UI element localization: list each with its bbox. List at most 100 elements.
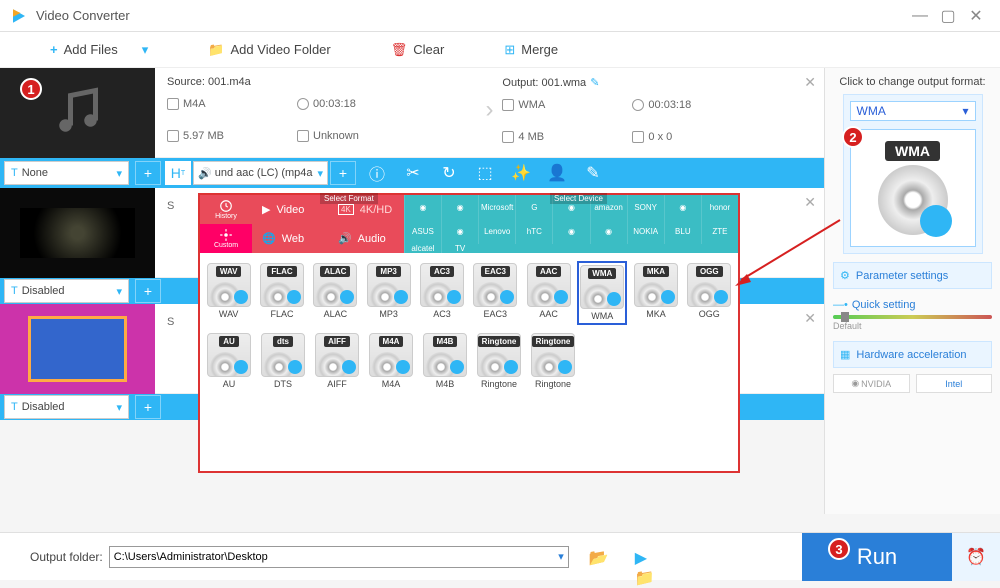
run-label: Run (857, 544, 897, 570)
cat-video[interactable]: ▶Video (252, 195, 328, 224)
format-item-ringtone[interactable]: RingtoneRingtone (528, 331, 578, 391)
device-brand[interactable]: ◉ (404, 195, 441, 220)
out-size: 4 MB (502, 131, 612, 143)
device-brand[interactable]: Microsoft (478, 195, 515, 220)
file-thumbnail[interactable] (0, 188, 155, 278)
subtitle-select[interactable]: T None ▾ (4, 161, 129, 185)
quality-slider[interactable] (833, 315, 992, 319)
file-icon (502, 99, 514, 111)
device-brand[interactable]: ◉ (441, 195, 478, 220)
caret-down-icon: ▾ (317, 167, 323, 180)
add-subtitle-button[interactable]: + (135, 279, 161, 303)
source-label: Source: 001.m4a (167, 76, 477, 88)
format-item-ac3[interactable]: AC3AC3 (417, 261, 466, 325)
select-format-header: Select Format (320, 193, 378, 204)
device-brand[interactable]: ◉ (664, 195, 701, 220)
hardware-accel-button[interactable]: ▦ Hardware acceleration (833, 341, 992, 368)
parameter-settings-button[interactable]: ⚙ Parameter settings (833, 262, 992, 289)
device-brand[interactable]: ◉ (552, 220, 589, 245)
add-audio-button[interactable]: + (330, 161, 356, 185)
remove-file-button[interactable]: ✕ (804, 194, 816, 211)
device-brand[interactable]: G (515, 195, 552, 220)
format-item-dts[interactable]: dtsDTS (258, 331, 308, 391)
trim-button[interactable]: ✂ (396, 158, 430, 188)
clear-button[interactable]: 🗑 Clear (391, 42, 445, 58)
slider-thumb[interactable] (841, 312, 849, 322)
format-item-flac[interactable]: FLACFLAC (257, 261, 306, 325)
format-item-mka[interactable]: MKAMKA (631, 261, 680, 325)
clear-label: Clear (413, 42, 444, 57)
format-item-m4b[interactable]: M4BM4B (420, 331, 470, 391)
cat-web[interactable]: 🌐Web (252, 224, 328, 253)
browse-folder-button[interactable]: 📂 (589, 548, 607, 566)
add-subtitle-button[interactable]: + (135, 161, 161, 185)
format-item-aiff[interactable]: AIFFAIFF (312, 331, 362, 391)
merge-label: Merge (521, 42, 558, 57)
format-item-aac[interactable]: AACAAC (524, 261, 573, 325)
callout-3: 3 (828, 538, 850, 560)
caret-down-icon: ▾ (116, 285, 122, 298)
crop-button[interactable]: ⬚ (468, 158, 502, 188)
res-icon (632, 131, 644, 143)
remove-file-button[interactable]: ✕ (804, 310, 816, 327)
device-brand[interactable]: Lenovo (478, 220, 515, 245)
device-brand[interactable]: BLU (664, 220, 701, 245)
format-item-eac3[interactable]: EAC3EAC3 (471, 261, 520, 325)
remove-file-button[interactable]: ✕ (804, 74, 816, 91)
minimize-button[interactable]: — (906, 2, 934, 30)
gpu-badges: ◉NVIDIA Intel (833, 374, 992, 393)
maximize-button[interactable]: ▢ (934, 2, 962, 30)
run-button[interactable]: Run (802, 533, 952, 581)
file-thumbnail[interactable] (0, 304, 155, 394)
device-brand[interactable]: ASUS (404, 220, 441, 245)
edit-button[interactable]: ✎ (576, 158, 610, 188)
subtitle-select[interactable]: T Disabled ▾ (4, 395, 129, 419)
format-item-ringtone[interactable]: RingtoneRingtone (474, 331, 524, 391)
format-item-alac[interactable]: ALACALAC (311, 261, 360, 325)
close-button[interactable]: ✕ (962, 2, 990, 30)
audio-track-select[interactable]: 🔊 und aac (LC) (mp4a ▾ (193, 161, 328, 185)
add-folder-label: Add Video Folder (231, 42, 331, 57)
device-brand[interactable]: ZTE (701, 220, 738, 245)
info-button[interactable]: ⓘ (360, 158, 394, 188)
format-item-mp3[interactable]: MP3MP3 (364, 261, 413, 325)
add-subtitle-button[interactable]: + (135, 395, 161, 419)
folder-plus-icon: 📁 (208, 42, 224, 58)
clock-icon (632, 99, 644, 111)
hardburn-button[interactable]: HT (165, 161, 191, 185)
device-brand[interactable]: ◉ (590, 220, 627, 245)
device-brand[interactable]: NOKIA (627, 220, 664, 245)
add-video-folder-button[interactable]: 📁 Add Video Folder (208, 42, 330, 58)
format-item-m4a[interactable]: M4AM4A (366, 331, 416, 391)
format-item-wav[interactable]: WAVWAV (204, 261, 253, 325)
device-brand[interactable]: hTC (515, 220, 552, 245)
rotate-button[interactable]: ↻ (432, 158, 466, 188)
device-brand[interactable]: ◉ (441, 220, 478, 245)
format-item-wma[interactable]: WMAWMA (577, 261, 627, 325)
device-brand[interactable]: SONY (627, 195, 664, 220)
watermark-button[interactable]: 👤 (540, 158, 574, 188)
output-folder-input[interactable]: C:\Users\Administrator\Desktop ▾ (109, 546, 569, 568)
cat-audio[interactable]: 🔊Audio (328, 224, 404, 253)
device-brand[interactable]: alcatel (404, 244, 441, 253)
format-item-au[interactable]: AUAU (204, 331, 254, 391)
subtitle-select[interactable]: T Disabled ▾ (4, 279, 129, 303)
effects-button[interactable]: ✨ (504, 158, 538, 188)
format-item-ogg[interactable]: OGGOGG (685, 261, 734, 325)
history-tab[interactable]: History (200, 195, 252, 224)
titlebar: Video Converter — ▢ ✕ (0, 0, 1000, 32)
output-folder-value: C:\Users\Administrator\Desktop (114, 551, 268, 563)
open-output-button[interactable]: ▶📁 (635, 548, 653, 566)
format-preview-image[interactable]: WMA (850, 129, 976, 247)
output-panel-header: Click to change output format: (833, 76, 992, 88)
subtitle-value: Disabled (22, 285, 65, 297)
merge-button[interactable]: ⊞ Merge (504, 42, 558, 58)
format-badge: WMA (885, 141, 940, 161)
device-brand[interactable]: TV (441, 244, 478, 253)
add-files-button[interactable]: + Add Files ▾ (50, 42, 148, 58)
schedule-button[interactable]: ⏰ (952, 533, 1000, 581)
custom-tab[interactable]: Custom (200, 224, 252, 253)
format-dropdown[interactable]: WMA ▾ (850, 101, 976, 121)
edit-output-icon[interactable]: ✎ (590, 76, 599, 89)
device-brand[interactable]: honor (701, 195, 738, 220)
